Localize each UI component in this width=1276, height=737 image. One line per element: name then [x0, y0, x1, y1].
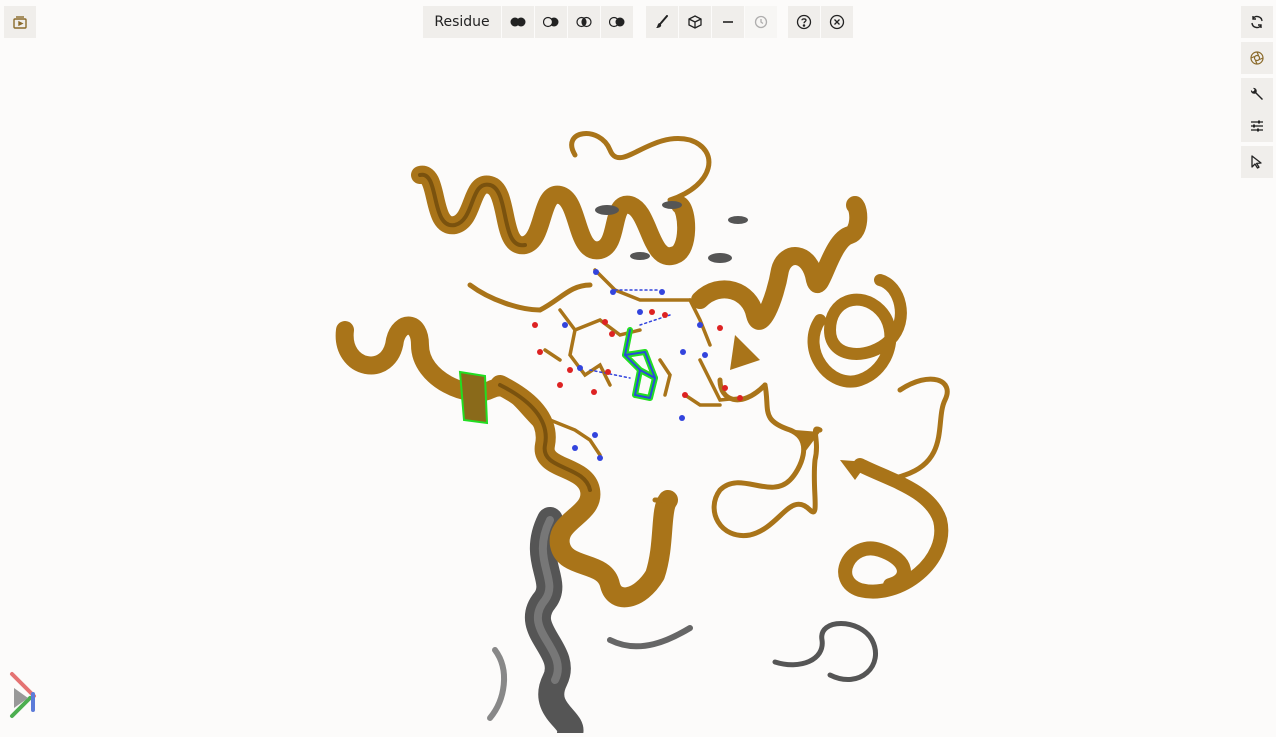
- wrench-icon: [1249, 86, 1265, 102]
- intersect-icon: [576, 16, 592, 28]
- settings-button[interactable]: [1241, 78, 1273, 110]
- pointer-icon: [1250, 155, 1264, 169]
- chain-a-cartoon: [335, 131, 950, 608]
- help-toolbar: [788, 6, 853, 38]
- expand-panel-button[interactable]: [4, 6, 36, 38]
- component-button[interactable]: [679, 6, 711, 38]
- undo-history-button[interactable]: [745, 6, 777, 38]
- minus-icon: [722, 16, 734, 28]
- set-button[interactable]: [601, 6, 633, 38]
- selected-residue-ribbon: [458, 370, 489, 425]
- selection-mode-toggle-button[interactable]: [1241, 146, 1273, 178]
- help-icon: [796, 14, 812, 30]
- selection-toolbar: Residue: [423, 6, 633, 38]
- remove-button[interactable]: [712, 6, 744, 38]
- screenshot-button[interactable]: [1241, 42, 1273, 74]
- close-selection-button[interactable]: [821, 6, 853, 38]
- cube-icon: [688, 15, 702, 29]
- sliders-icon: [1250, 119, 1264, 133]
- close-icon: [829, 14, 845, 30]
- intersect-button[interactable]: [568, 6, 600, 38]
- subtract-icon: [543, 16, 559, 28]
- screenshot-icon: [1249, 50, 1265, 66]
- reset-camera-icon: [1250, 15, 1264, 29]
- selection-mode-button[interactable]: Residue: [423, 6, 501, 38]
- axis-gizmo: [10, 672, 36, 718]
- expand-panel-icon: [12, 14, 28, 30]
- tools-toolbar: [646, 6, 777, 38]
- molecular-viewer-canvas[interactable]: [0, 0, 1276, 737]
- brush-icon: [655, 15, 669, 29]
- protein-structure-render: [10, 131, 950, 737]
- chain-b-cartoon: [487, 507, 878, 737]
- subtract-button[interactable]: [535, 6, 567, 38]
- union-button[interactable]: [502, 6, 534, 38]
- controls-button[interactable]: [1241, 110, 1273, 142]
- history-icon: [754, 15, 768, 29]
- theme-button[interactable]: [646, 6, 678, 38]
- set-icon: [609, 16, 625, 28]
- reset-camera-button[interactable]: [1241, 6, 1273, 38]
- union-icon: [510, 16, 526, 28]
- help-button[interactable]: [788, 6, 820, 38]
